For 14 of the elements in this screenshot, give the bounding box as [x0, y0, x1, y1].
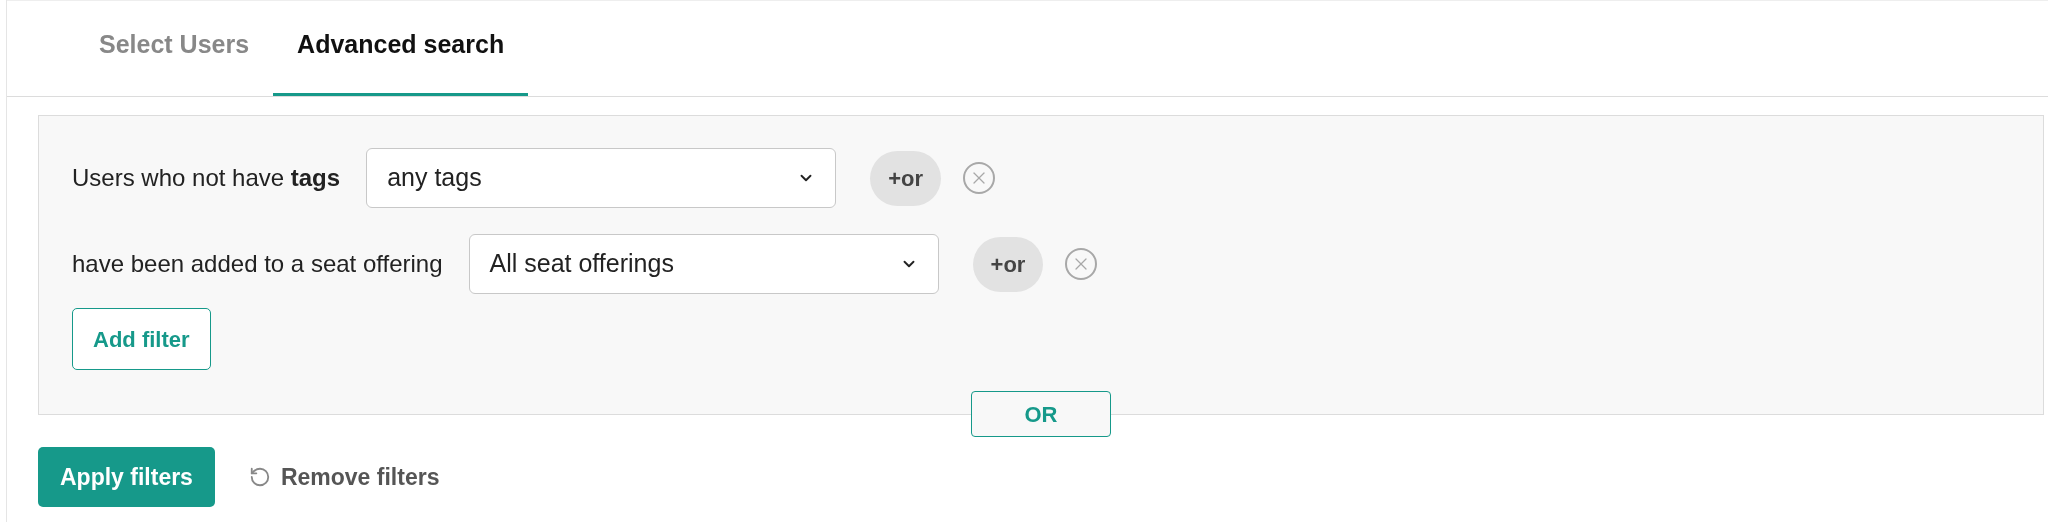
remove-filter-button[interactable] [963, 162, 995, 194]
tab[interactable]: Advanced search [273, 25, 529, 96]
select-field[interactable]: All seat offerings [468, 234, 939, 294]
add-filter-button[interactable]: Add filter [72, 308, 211, 370]
apply-filters-button[interactable]: Apply filters [38, 447, 215, 507]
refresh-icon [248, 466, 271, 488]
filter-label: Users who not have tags [72, 163, 341, 193]
remove-filter-button[interactable] [1065, 248, 1098, 280]
or-button[interactable]: +or [972, 236, 1044, 292]
filter-label: have been added to a seat offering [72, 249, 443, 279]
tab[interactable]: Select Users [75, 25, 274, 96]
select-field[interactable]: any tags [366, 148, 837, 208]
remove-filters-button[interactable]: Remove filters [248, 459, 440, 495]
or-button[interactable]: +or [870, 150, 941, 206]
